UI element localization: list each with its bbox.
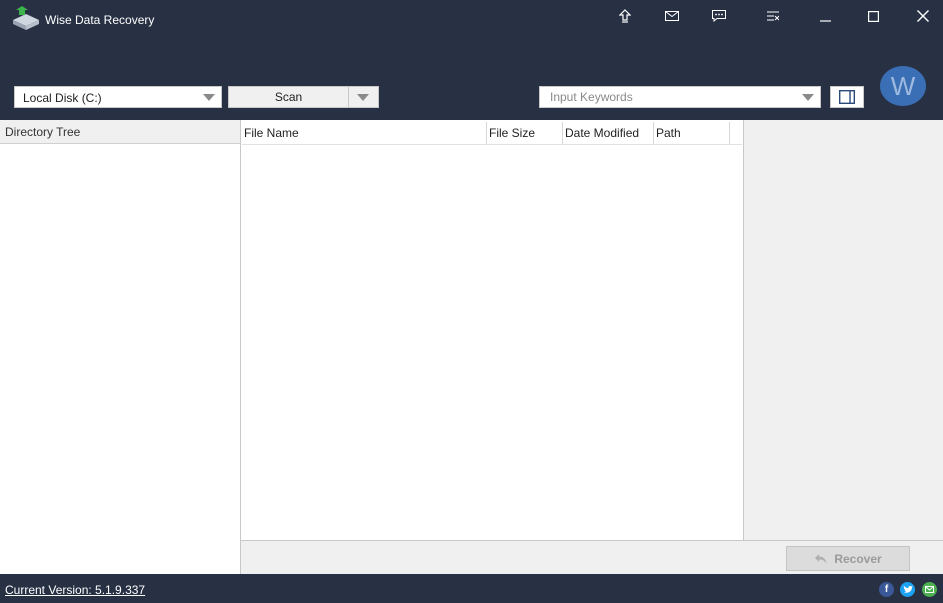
minimize-icon[interactable]: [812, 4, 838, 28]
status-bar: Current Version: 5.1.9.337 f: [0, 574, 943, 603]
email-share-icon[interactable]: [922, 582, 937, 597]
scan-options-dropdown[interactable]: [348, 86, 379, 108]
column-header-date-modified[interactable]: Date Modified: [563, 122, 654, 144]
recover-button-label: Recover: [834, 551, 882, 566]
drive-select[interactable]: Local Disk (C:): [14, 86, 222, 108]
directory-tree-panel: Directory Tree: [0, 120, 241, 574]
facebook-icon[interactable]: f: [879, 582, 894, 597]
panel-toggle-icon: [839, 90, 855, 104]
menu-icon[interactable]: [760, 4, 786, 28]
preview-panel: [743, 120, 943, 540]
scan-button-label: Scan: [274, 90, 303, 104]
app-logo-icon: [10, 6, 42, 32]
column-header-path[interactable]: Path: [654, 122, 730, 144]
upload-icon[interactable]: [612, 4, 638, 28]
maximize-icon[interactable]: [860, 4, 886, 28]
avatar[interactable]: W: [880, 66, 926, 106]
column-header-file-size[interactable]: File Size: [487, 122, 563, 144]
file-list-header: File Name File Size Date Modified Path: [242, 122, 742, 145]
scan-button[interactable]: Scan: [228, 86, 348, 108]
version-link[interactable]: Current Version: 5.1.9.337: [5, 583, 145, 597]
twitter-icon[interactable]: [900, 582, 915, 597]
keywords-combobox[interactable]: [539, 86, 821, 108]
app-title: Wise Data Recovery: [45, 13, 155, 27]
directory-tree-header: Directory Tree: [0, 120, 240, 144]
mail-icon[interactable]: [659, 4, 685, 28]
action-bar: Recover: [241, 540, 943, 574]
drive-select-value: Local Disk (C:): [23, 91, 102, 105]
file-list-panel: File Name File Size Date Modified Path: [241, 120, 743, 540]
chevron-down-icon[interactable]: [802, 94, 814, 101]
chevron-down-icon: [357, 94, 369, 101]
feedback-icon[interactable]: [706, 4, 732, 28]
file-list-body[interactable]: [241, 146, 743, 540]
undo-icon: [815, 553, 827, 564]
close-icon[interactable]: [910, 4, 936, 28]
column-header-file-name[interactable]: File Name: [242, 122, 487, 144]
recover-button[interactable]: Recover: [786, 546, 910, 571]
keywords-input[interactable]: [540, 87, 795, 107]
title-bar: Wise Data Recovery Local Disk (C:) Scan …: [0, 0, 943, 120]
chevron-down-icon: [203, 94, 215, 101]
preview-panel-toggle-button[interactable]: [830, 86, 864, 108]
